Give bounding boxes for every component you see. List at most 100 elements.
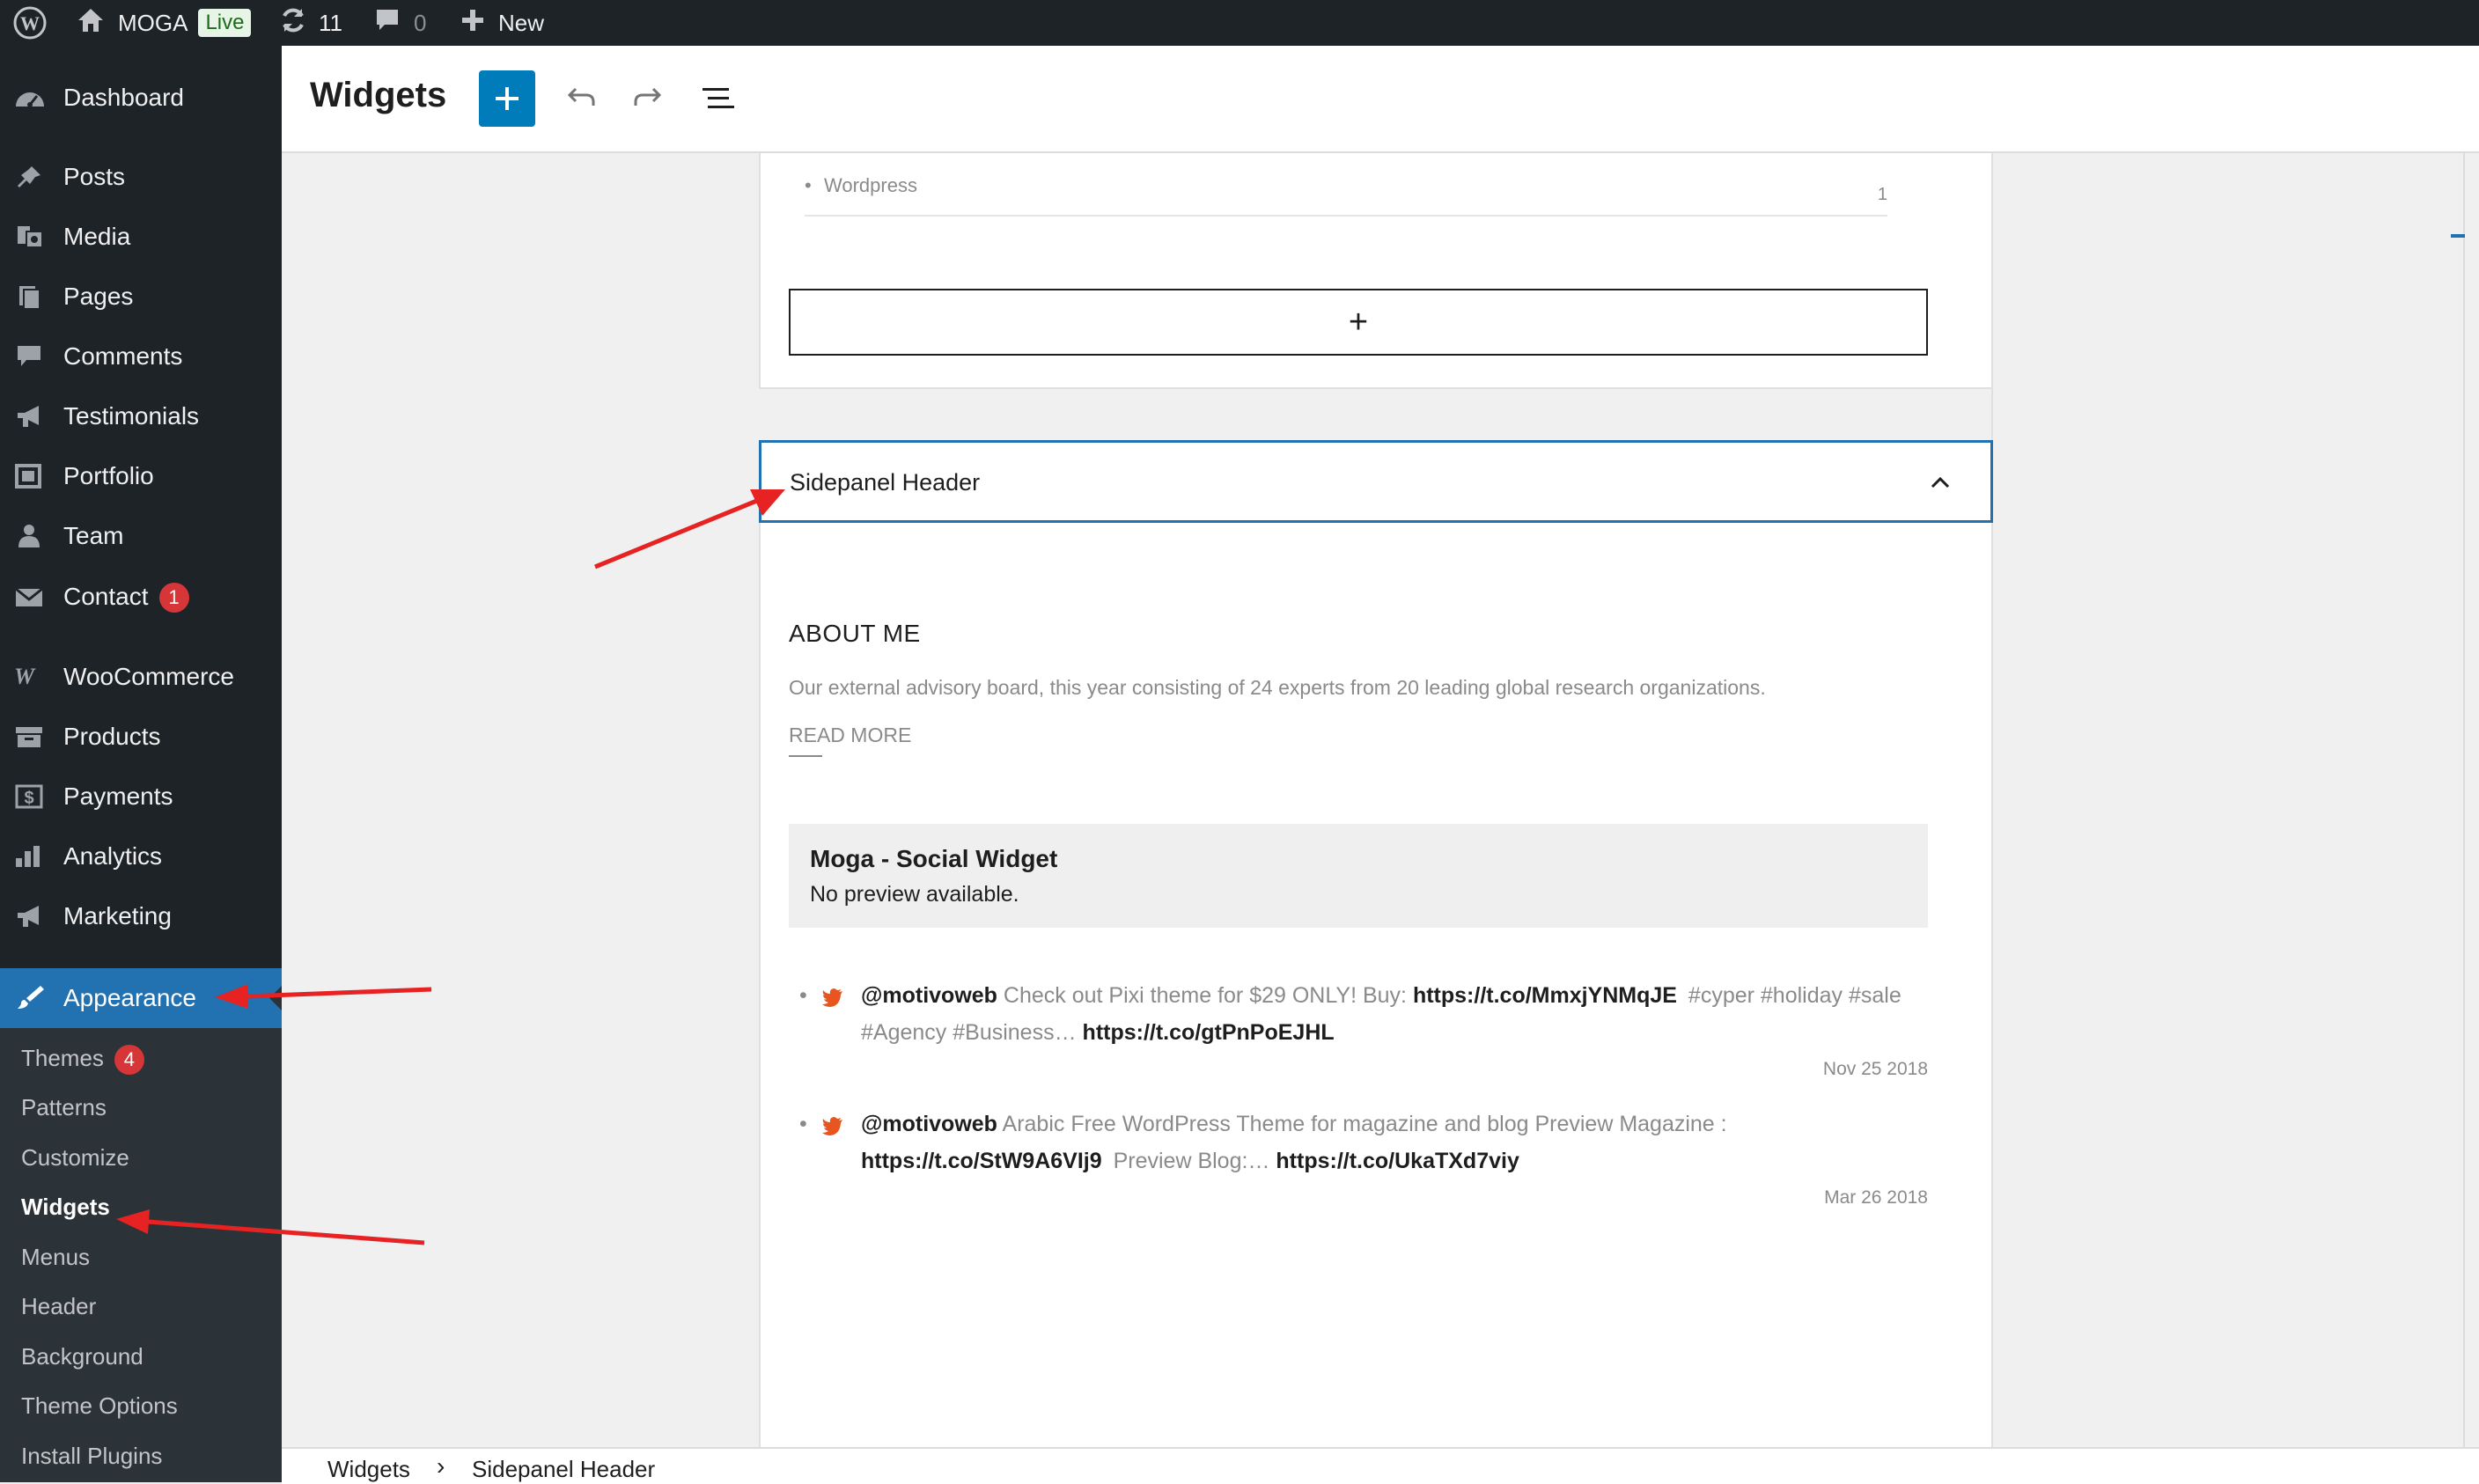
widget-area-title: Sidepanel Header	[790, 469, 981, 496]
woo-icon: W	[14, 664, 46, 689]
live-badge: Live	[198, 9, 252, 37]
sidebar-item-posts[interactable]: Posts	[0, 150, 282, 204]
category-name[interactable]: Wordpress	[824, 174, 917, 197]
category-count: 1	[1877, 185, 1887, 204]
sidebar-item-testimonials[interactable]: Testimonials	[0, 389, 282, 444]
plus-icon: +	[1348, 304, 1369, 341]
sidebar-item-products[interactable]: Products	[0, 709, 282, 764]
breadcrumb-widgets[interactable]: Widgets	[327, 1456, 410, 1483]
sidebar-divider	[2463, 153, 2465, 1447]
brush-icon	[14, 984, 46, 1009]
comment-icon	[373, 6, 401, 40]
admin-bar: W MOGA Live 11 0 New	[0, 0, 2479, 46]
social-widget-placeholder[interactable]: Moga - Social Widget No preview availabl…	[789, 824, 1928, 928]
media-icon	[14, 224, 46, 249]
sidebar-item-pages[interactable]: Pages	[0, 269, 282, 324]
submenu-item-install-plugins[interactable]: Install Plugins	[21, 1438, 162, 1473]
tweet-link[interactable]: https://t.co/MmxjYNMqJE	[1413, 983, 1677, 1008]
megaphone-icon	[14, 404, 46, 429]
contact-count-badge: 1	[158, 583, 189, 613]
sidebar-item-team[interactable]: Team	[0, 509, 282, 563]
tweet-link[interactable]: https://t.co/UkaTXd7viy	[1276, 1149, 1519, 1173]
add-block-button[interactable]	[479, 70, 535, 127]
sidebar-item-media[interactable]: Media	[0, 209, 282, 264]
editor-canvas: • Wordpress 1 + Sidepanel Header ABOUT M…	[282, 153, 2465, 1447]
tweet-link[interactable]: https://t.co/gtPnPoEJHL	[1083, 1020, 1335, 1045]
tweet-body: @motivoweb Check out Pixi theme for $29 …	[861, 977, 1928, 1051]
current-menu-pointer	[269, 986, 282, 1010]
sidebar-item-marketing[interactable]: Marketing	[0, 889, 282, 944]
widget-area-header[interactable]: Sidepanel Header	[759, 440, 1993, 523]
category-list-item: • Wordpress 1	[805, 167, 1887, 217]
wordpress-logo-icon[interactable]: W	[12, 0, 48, 46]
svg-text:$: $	[24, 789, 33, 808]
appearance-submenu: Themes 4 Patterns Customize Widgets Menus…	[0, 1028, 282, 1482]
submenu-item-menus[interactable]: Menus	[21, 1239, 90, 1275]
updates-count: 11	[319, 9, 342, 36]
admin-sidebar: Dashboard Posts Media Pages Comments Tes…	[0, 46, 282, 1482]
social-widget-title: Moga - Social Widget	[810, 845, 1058, 872]
tweet-text: Preview Blog:…	[1113, 1149, 1270, 1173]
chevron-up-icon[interactable]	[1925, 467, 1955, 502]
person-icon	[14, 524, 46, 548]
submenu-item-background[interactable]: Background	[21, 1339, 143, 1374]
pin-icon	[14, 165, 46, 189]
tweet-date: Mar 26 2018	[1824, 1187, 1928, 1208]
tweet-text: #cyper #holiday #sale	[1688, 983, 1902, 1008]
megaphone-icon	[14, 904, 46, 929]
site-home-link[interactable]: MOGA Live	[76, 0, 252, 46]
tweet-body: @motivoweb Arabic Free WordPress Theme f…	[861, 1106, 1928, 1179]
submenu-item-customize[interactable]: Customize	[21, 1140, 129, 1175]
pages-icon	[14, 284, 46, 310]
comment-icon	[14, 344, 46, 369]
sidebar-item-comments[interactable]: Comments	[0, 329, 282, 384]
tweet-handle[interactable]: @motivoweb	[861, 1112, 997, 1136]
submenu-item-themes[interactable]: Themes 4	[21, 1040, 144, 1076]
tweet-date: Nov 25 2018	[1822, 1059, 1928, 1079]
comments-link[interactable]: 0	[373, 0, 426, 46]
redo-icon	[629, 87, 667, 121]
bar-chart-icon	[14, 844, 46, 869]
portfolio-icon	[14, 464, 46, 489]
read-more-link[interactable]: READ MORE	[789, 724, 911, 747]
sidebar-item-appearance[interactable]: Appearance	[0, 968, 282, 1028]
tweet-text: Check out Pixi theme for $29 ONLY! Buy:	[1003, 983, 1407, 1008]
tweet-item: • @motivoweb Arabic Free WordPress Theme…	[799, 1106, 1928, 1220]
sidebar-item-contact[interactable]: Contact 1	[0, 570, 282, 625]
undo-button[interactable]	[562, 79, 600, 118]
new-label: New	[498, 9, 545, 36]
about-text: Our external advisory board, this year c…	[789, 676, 1766, 699]
about-heading: ABOUT ME	[789, 620, 921, 647]
social-widget-note: No preview available.	[810, 882, 1019, 907]
updates-link[interactable]: 11	[278, 0, 342, 46]
page-title: Widgets	[310, 76, 447, 114]
themes-count-badge: 4	[114, 1045, 144, 1076]
bullet: •	[799, 983, 807, 1008]
submenu-item-widgets[interactable]: Widgets	[21, 1189, 110, 1224]
sidebar-item-dashboard[interactable]: Dashboard	[0, 70, 282, 125]
new-content-link[interactable]: New	[460, 0, 544, 46]
sidebar-item-portfolio[interactable]: Portfolio	[0, 449, 282, 503]
area-separator	[759, 387, 1991, 442]
submenu-item-patterns[interactable]: Patterns	[21, 1090, 107, 1125]
tweet-link[interactable]: https://t.co/StW9A6VIj9	[861, 1149, 1102, 1173]
submenu-item-theme-options[interactable]: Theme Options	[21, 1388, 178, 1423]
sidebar-item-payments[interactable]: $ Payments	[0, 769, 282, 824]
widget-area-column: • Wordpress 1 + Sidepanel Header ABOUT M…	[759, 153, 1993, 1447]
submenu-item-header[interactable]: Header	[21, 1289, 96, 1324]
breadcrumb-current: Sidepanel Header	[472, 1456, 656, 1482]
redo-button[interactable]	[629, 79, 667, 118]
read-more-underline	[789, 755, 822, 757]
sidebar-item-woocommerce[interactable]: W WooCommerce	[0, 650, 282, 704]
block-appender-button[interactable]: +	[789, 289, 1928, 356]
svg-text:W: W	[14, 665, 36, 689]
twitter-icon	[822, 982, 843, 1019]
list-view-button[interactable]	[699, 79, 738, 118]
archive-icon	[14, 724, 46, 749]
bullet: •	[805, 174, 812, 196]
twitter-icon	[822, 1111, 843, 1148]
tweet-handle[interactable]: @motivoweb	[861, 983, 997, 1008]
refresh-icon	[278, 5, 308, 41]
plus-icon	[460, 7, 486, 40]
sidebar-item-analytics[interactable]: Analytics	[0, 829, 282, 884]
